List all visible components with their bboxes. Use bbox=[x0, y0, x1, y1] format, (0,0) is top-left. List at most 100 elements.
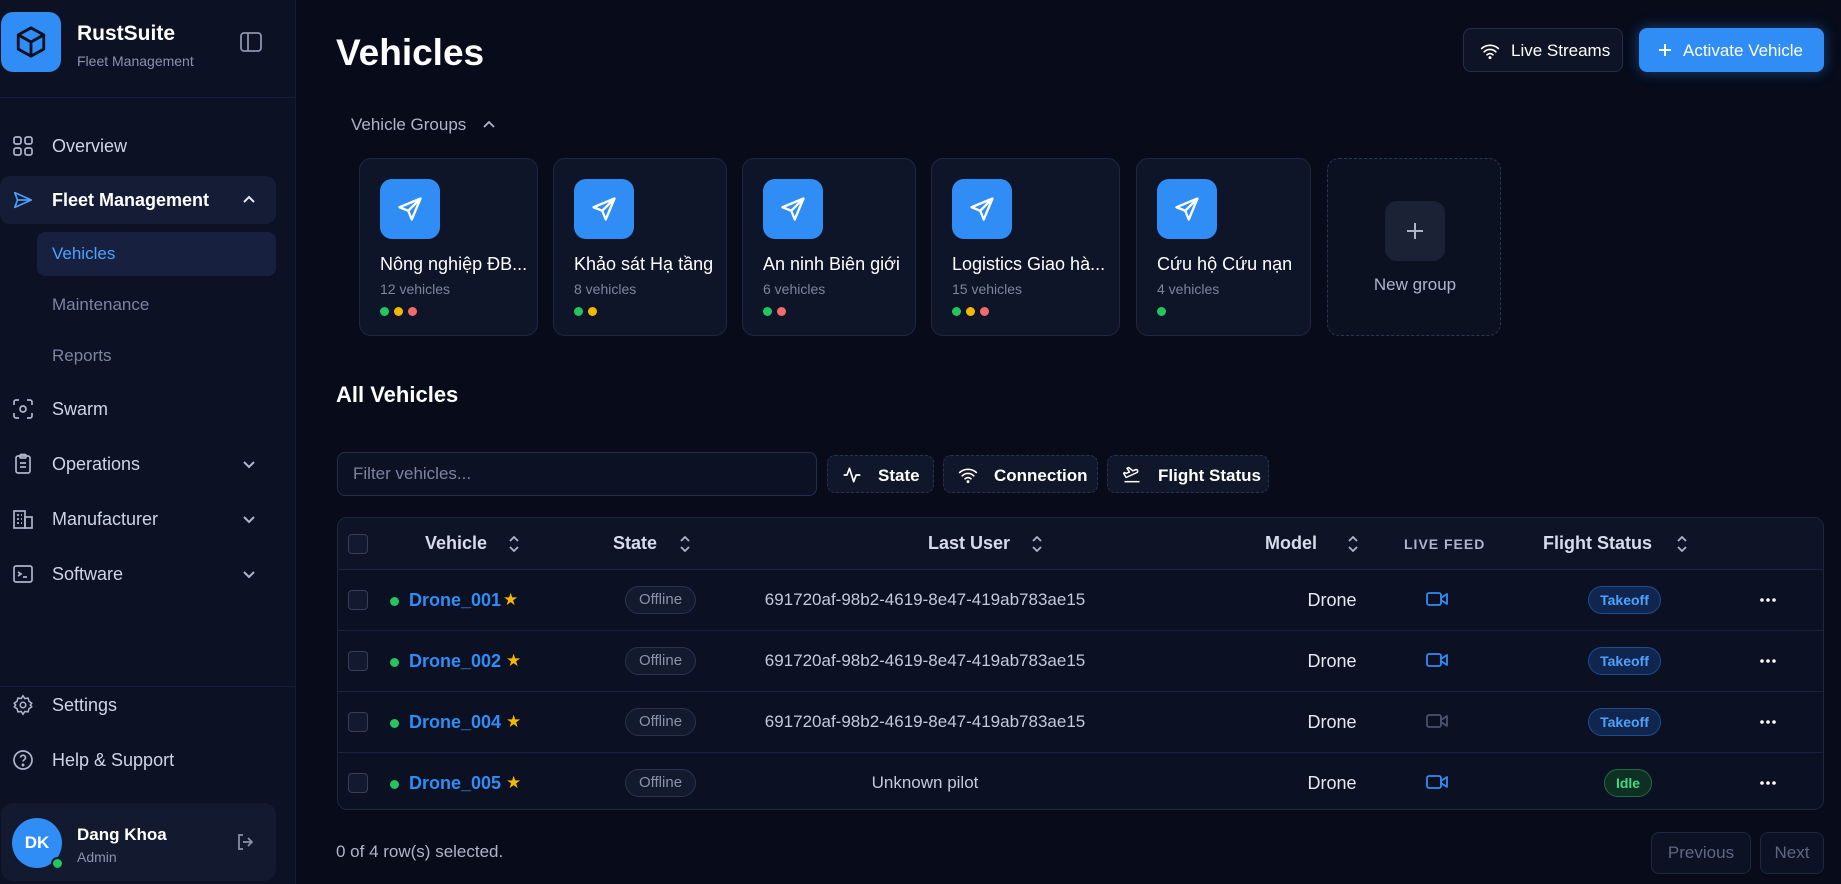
vehicle-link[interactable]: Drone_004 bbox=[409, 712, 501, 733]
column-header-state[interactable]: State bbox=[613, 533, 657, 554]
row-checkbox[interactable] bbox=[348, 712, 368, 732]
column-header-flight-status[interactable]: Flight Status bbox=[1543, 533, 1652, 554]
favorite-star-icon[interactable]: ★ bbox=[506, 773, 521, 793]
nav-overview[interactable]: Overview bbox=[0, 122, 276, 170]
table-row[interactable]: Drone_004 ★ Offline 691720af-98b2-4619-8… bbox=[338, 692, 1823, 753]
chevron-up-icon[interactable] bbox=[481, 117, 497, 133]
clipboard-icon bbox=[12, 453, 34, 475]
nav-label: Swarm bbox=[52, 399, 109, 419]
sidebar-item-vehicles[interactable]: Vehicles bbox=[37, 232, 276, 276]
vehicle-groups-toggle[interactable]: Vehicle Groups bbox=[351, 115, 466, 135]
table-row[interactable]: Drone_005 ★ Offline Unknown pilot Drone … bbox=[338, 753, 1823, 809]
sidebar-item-reports[interactable]: Reports bbox=[37, 334, 276, 378]
favorite-star-icon[interactable]: ★ bbox=[506, 651, 521, 671]
group-card[interactable]: An ninh Biên giới 6 vehicles bbox=[742, 158, 916, 336]
more-actions-icon[interactable] bbox=[1756, 773, 1780, 793]
status-dot bbox=[1157, 307, 1166, 316]
nav-manufacturer[interactable]: Manufacturer bbox=[0, 495, 276, 543]
more-actions-icon[interactable] bbox=[1756, 651, 1780, 671]
status-dot bbox=[380, 307, 389, 316]
next-page-button[interactable]: Next bbox=[1760, 832, 1824, 874]
nav-label: Settings bbox=[52, 695, 118, 715]
row-checkbox[interactable] bbox=[348, 590, 368, 610]
group-name: Cứu hộ Cứu nạn bbox=[1157, 254, 1293, 274]
sort-icon[interactable] bbox=[506, 534, 522, 554]
group-card[interactable]: Cứu hộ Cứu nạn 4 vehicles bbox=[1136, 158, 1311, 336]
online-indicator bbox=[51, 857, 64, 870]
group-card[interactable]: Logistics Giao hà... 15 vehicles bbox=[931, 158, 1120, 336]
nav-label: Operations bbox=[52, 454, 141, 474]
column-header-live-feed: LIVE FEED bbox=[1404, 536, 1486, 552]
sort-icon[interactable] bbox=[1345, 534, 1361, 554]
table-row[interactable]: Drone_002 ★ Offline 691720af-98b2-4619-8… bbox=[338, 631, 1823, 692]
user-card[interactable]: DK Dang Khoa Admin bbox=[1, 803, 276, 881]
group-card[interactable]: Khảo sát Hạ tầng 8 vehicles bbox=[553, 158, 727, 336]
favorite-star-icon[interactable]: ★ bbox=[503, 590, 518, 610]
select-all-checkbox[interactable] bbox=[348, 534, 368, 554]
nav-settings[interactable]: Settings bbox=[0, 681, 276, 729]
nav-fleet-management[interactable]: Fleet Management bbox=[0, 176, 276, 224]
logout-icon[interactable] bbox=[235, 832, 257, 854]
nav-software[interactable]: Software bbox=[0, 550, 276, 598]
send-icon bbox=[952, 179, 1012, 239]
brand: RustSuite Fleet Management bbox=[0, 0, 296, 98]
group-name: Nông nghiệp ĐB... bbox=[380, 254, 528, 274]
plus-icon bbox=[1655, 40, 1675, 60]
activate-vehicle-button[interactable]: Activate Vehicle bbox=[1639, 28, 1824, 72]
new-group-button[interactable]: New group bbox=[1327, 158, 1501, 336]
status-dot bbox=[966, 307, 975, 316]
send-icon bbox=[380, 179, 440, 239]
chip-label: Connection bbox=[994, 466, 1088, 485]
model: Drone bbox=[1307, 651, 1357, 671]
user-role: Admin bbox=[77, 849, 117, 865]
vehicle-link[interactable]: Drone_001 bbox=[409, 590, 501, 611]
model: Drone bbox=[1307, 773, 1357, 793]
flight-status-filter-chip[interactable]: Flight Status bbox=[1107, 455, 1269, 493]
sort-icon[interactable] bbox=[1674, 534, 1690, 554]
group-card[interactable]: Nông nghiệp ĐB... 12 vehicles bbox=[359, 158, 538, 336]
connection-filter-chip[interactable]: Connection bbox=[943, 455, 1098, 493]
nav-swarm[interactable]: Swarm bbox=[0, 385, 276, 433]
video-camera-icon[interactable] bbox=[1425, 589, 1451, 611]
status-dot bbox=[980, 307, 989, 316]
online-status-dot bbox=[390, 719, 399, 728]
plane-icon bbox=[1122, 465, 1142, 485]
previous-page-button[interactable]: Previous bbox=[1651, 832, 1751, 874]
sort-icon[interactable] bbox=[1029, 534, 1045, 554]
status-dot bbox=[952, 307, 961, 316]
nav-help-support[interactable]: Help & Support bbox=[0, 736, 276, 784]
favorite-star-icon[interactable]: ★ bbox=[506, 712, 521, 732]
wifi-icon bbox=[1480, 41, 1500, 61]
sort-icon[interactable] bbox=[677, 534, 693, 554]
state-filter-chip[interactable]: State bbox=[827, 455, 934, 493]
help-icon bbox=[12, 749, 34, 771]
gear-icon bbox=[12, 694, 34, 716]
vehicle-link[interactable]: Drone_005 bbox=[409, 773, 501, 794]
filter-vehicles-input[interactable] bbox=[337, 452, 817, 496]
vehicle-link[interactable]: Drone_002 bbox=[409, 651, 501, 672]
more-actions-icon[interactable] bbox=[1756, 590, 1780, 610]
page-title: Vehicles bbox=[336, 32, 485, 73]
sidebar-toggle-icon[interactable] bbox=[239, 31, 265, 55]
terminal-icon bbox=[12, 563, 34, 585]
column-header-last-user[interactable]: Last User bbox=[928, 533, 1010, 554]
chevron-down-icon bbox=[240, 510, 258, 528]
more-actions-icon[interactable] bbox=[1756, 712, 1780, 732]
nav-operations[interactable]: Operations bbox=[0, 440, 276, 488]
online-status-dot bbox=[390, 597, 399, 606]
table-header: Vehicle State Last User Model LIVE FEED … bbox=[338, 518, 1823, 570]
live-streams-label: Live Streams bbox=[1511, 41, 1611, 60]
status-dot bbox=[763, 307, 772, 316]
video-camera-icon[interactable] bbox=[1425, 650, 1451, 672]
table-row[interactable]: Drone_001 ★ Offline 691720af-98b2-4619-8… bbox=[338, 570, 1823, 631]
live-streams-button[interactable]: Live Streams bbox=[1463, 28, 1623, 72]
building-icon bbox=[12, 508, 34, 530]
column-header-model[interactable]: Model bbox=[1265, 533, 1317, 554]
sidebar-item-maintenance[interactable]: Maintenance bbox=[37, 283, 276, 327]
status-dot bbox=[777, 307, 786, 316]
row-checkbox[interactable] bbox=[348, 651, 368, 671]
sub-label: Reports bbox=[52, 346, 112, 365]
video-camera-icon[interactable] bbox=[1425, 772, 1451, 794]
row-checkbox[interactable] bbox=[348, 773, 368, 793]
column-header-vehicle[interactable]: Vehicle bbox=[425, 533, 487, 554]
